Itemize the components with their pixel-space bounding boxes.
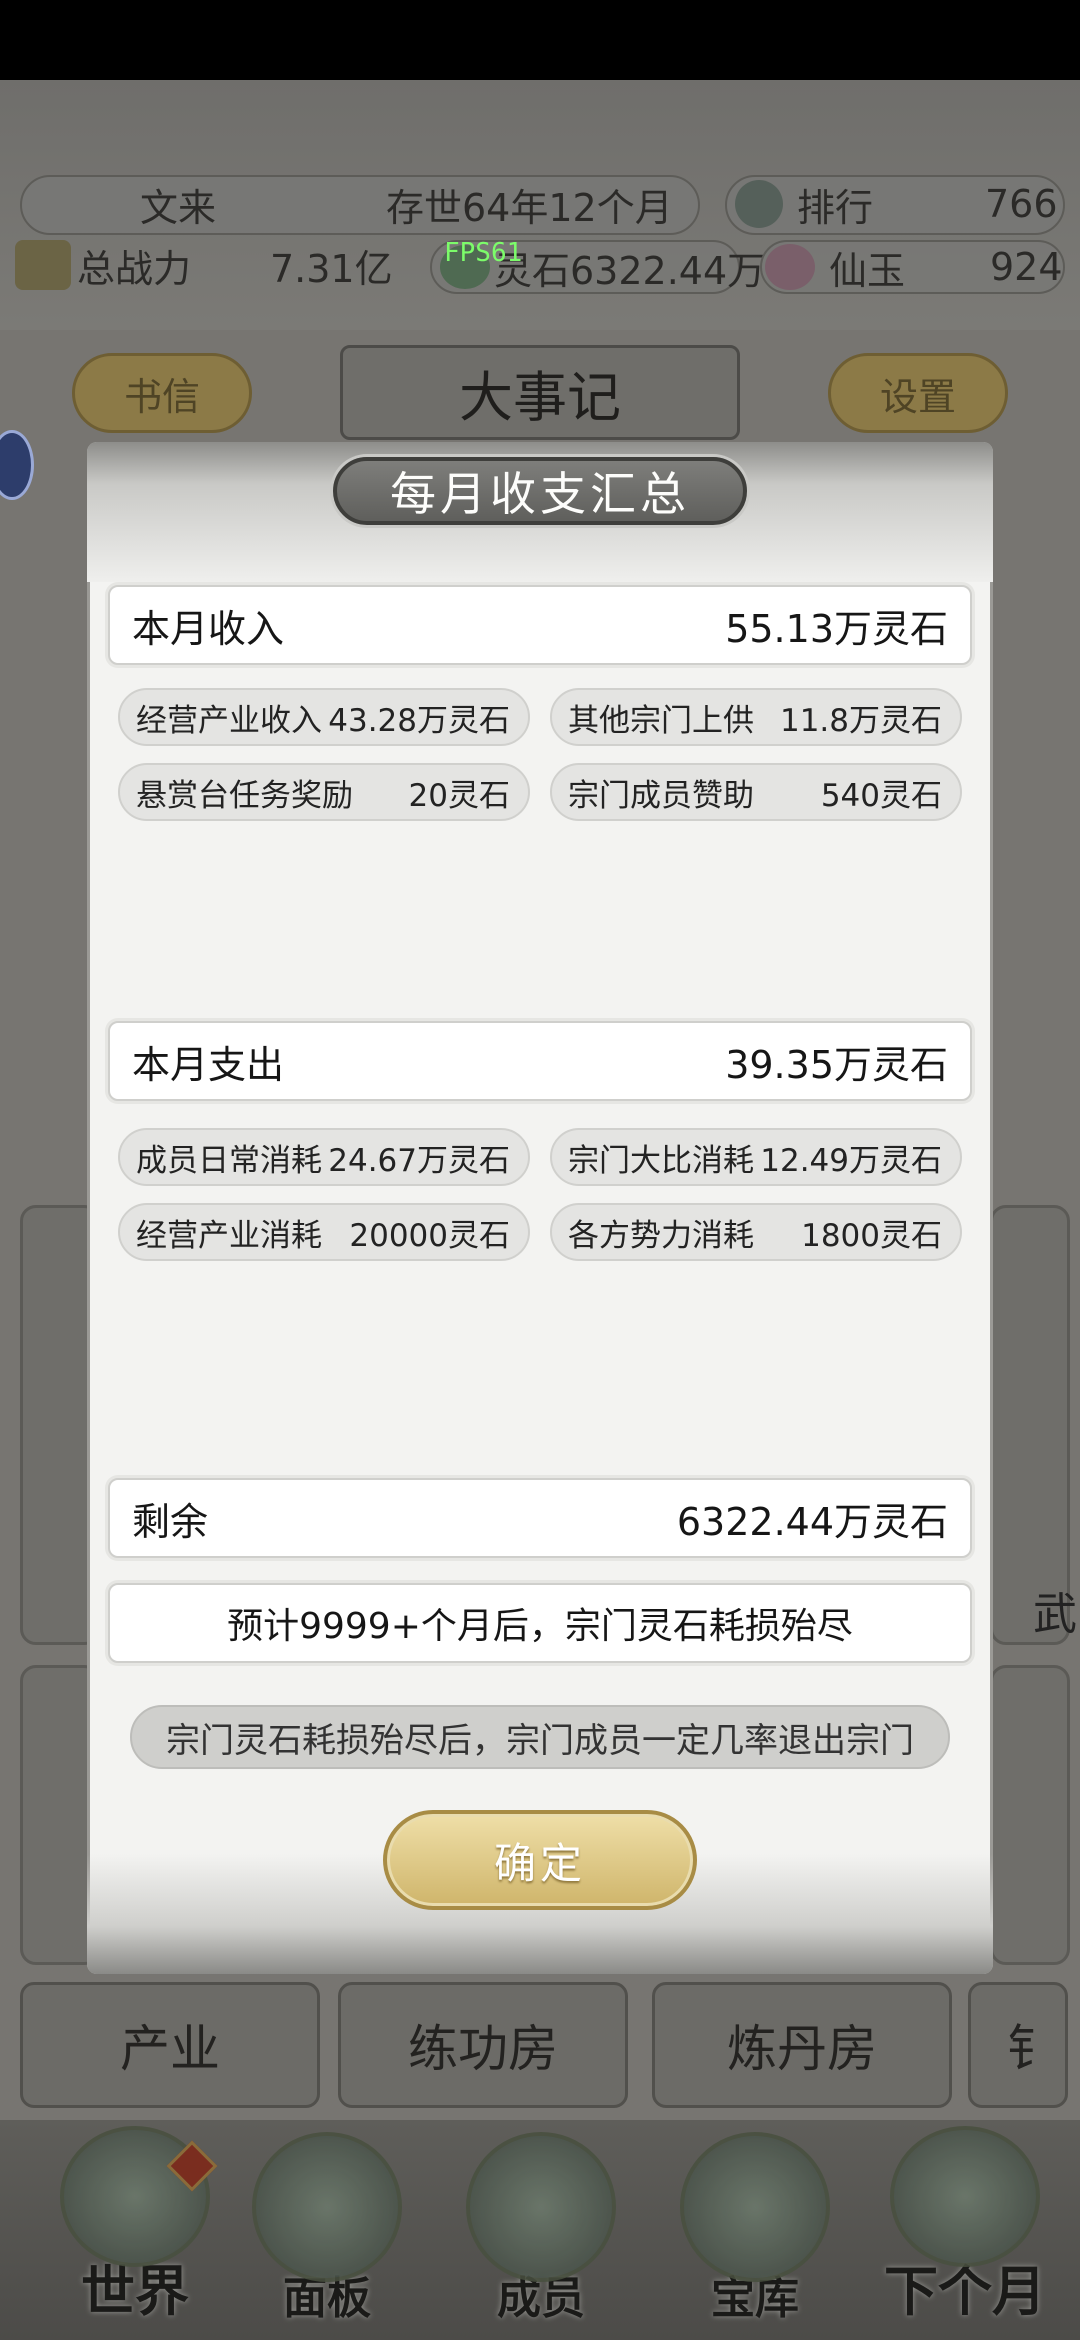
item-value: 1800灵石 bbox=[801, 1217, 942, 1254]
spirit-stone-value: 灵石6322.44万 bbox=[494, 248, 766, 293]
remaining-row: 剩余 6322.44万灵石 bbox=[108, 1478, 972, 1558]
dialog-title: 每月收支汇总 bbox=[333, 457, 747, 525]
income-item: 宗门成员赞助 540灵石 bbox=[550, 763, 962, 821]
tab-industry[interactable]: 产业 bbox=[20, 1982, 320, 2108]
mail-button[interactable]: 书信 bbox=[72, 353, 252, 433]
avatar[interactable] bbox=[0, 430, 34, 500]
nav-treasury[interactable]: 宝库 bbox=[660, 2126, 850, 2326]
player-name: 文来 bbox=[140, 185, 217, 230]
era-text: 存世64年12个月 bbox=[386, 185, 673, 230]
income-item: 其他宗门上供 11.8万灵石 bbox=[550, 688, 962, 746]
item-value: 24.67万灵石 bbox=[328, 1142, 510, 1179]
expense-item: 经营产业消耗 20000灵石 bbox=[118, 1203, 530, 1261]
power-value: 7.31亿 bbox=[270, 246, 393, 291]
item-value: 20灵石 bbox=[408, 777, 510, 814]
taiji-icon bbox=[680, 2132, 830, 2282]
income-label: 本月收入 bbox=[132, 606, 285, 651]
jade-value: 924 bbox=[990, 245, 1063, 289]
income-value: 55.13万灵石 bbox=[725, 606, 948, 651]
bottom-nav: 世界 面板 成员 宝库 下个月 bbox=[0, 2120, 1080, 2340]
tab-forge[interactable]: 钅 bbox=[968, 1982, 1068, 2108]
nav-next-month[interactable]: 下个月 bbox=[870, 2126, 1060, 2326]
power-icon bbox=[15, 240, 71, 290]
expense-label: 本月支出 bbox=[132, 1042, 285, 1087]
member-icon bbox=[466, 2132, 616, 2282]
side-card-label: 武 bbox=[1033, 1589, 1077, 1640]
fps-counter: FPS61 bbox=[444, 238, 523, 268]
item-label: 其他宗门上供 bbox=[568, 702, 754, 739]
item-label: 宗门成员赞助 bbox=[568, 777, 754, 814]
income-item: 悬赏台任务奖励 20灵石 bbox=[118, 763, 530, 821]
right-side-card-2[interactable] bbox=[990, 1665, 1070, 1965]
item-label: 成员日常消耗 bbox=[136, 1142, 322, 1179]
expense-item: 各方势力消耗 1800灵石 bbox=[550, 1203, 962, 1261]
item-value: 11.8万灵石 bbox=[779, 702, 942, 739]
jade-icon bbox=[765, 244, 815, 290]
item-label: 宗门大比消耗 bbox=[568, 1142, 754, 1179]
power-label: 总战力 bbox=[77, 246, 192, 291]
chronicle-title: 大事记 bbox=[340, 345, 740, 440]
tab-alchemy-room[interactable]: 炼丹房 bbox=[652, 1982, 952, 2108]
expense-item: 宗门大比消耗 12.49万灵石 bbox=[550, 1128, 962, 1186]
remaining-value: 6322.44万灵石 bbox=[676, 1499, 948, 1544]
tab-training-room[interactable]: 练功房 bbox=[338, 1982, 628, 2108]
jade-label: 仙玉 bbox=[829, 248, 906, 293]
expense-value: 39.35万灵石 bbox=[725, 1042, 948, 1087]
nav-members[interactable]: 成员 bbox=[446, 2126, 636, 2326]
expense-total-row: 本月支出 39.35万灵石 bbox=[108, 1021, 972, 1101]
remaining-label: 剩余 bbox=[132, 1499, 209, 1544]
income-total-row: 本月收入 55.13万灵石 bbox=[108, 585, 972, 665]
item-label: 经营产业收入 bbox=[136, 702, 322, 739]
nav-panel[interactable]: 面板 bbox=[232, 2126, 422, 2326]
settings-button[interactable]: 设置 bbox=[828, 353, 1008, 433]
rank-value: 766 bbox=[985, 182, 1058, 226]
rank-label: 排行 bbox=[797, 185, 874, 230]
item-label: 各方势力消耗 bbox=[568, 1217, 754, 1254]
expense-item: 成员日常消耗 24.67万灵石 bbox=[118, 1128, 530, 1186]
income-item: 经营产业收入 43.28万灵石 bbox=[118, 688, 530, 746]
item-value: 12.49万灵石 bbox=[760, 1142, 942, 1179]
warning-note: 宗门灵石耗损殆尽后，宗门成员一定几率退出宗门 bbox=[130, 1705, 950, 1769]
next-month-icon bbox=[890, 2126, 1040, 2267]
status-bar bbox=[0, 0, 1080, 80]
item-label: 悬赏台任务奖励 bbox=[136, 777, 353, 814]
item-value: 43.28万灵石 bbox=[328, 702, 510, 739]
item-value: 20000灵石 bbox=[349, 1217, 510, 1254]
item-label: 经营产业消耗 bbox=[136, 1217, 322, 1254]
scroll-icon bbox=[252, 2132, 402, 2282]
forecast-text: 预计9999+个月后，宗门灵石耗损殆尽 bbox=[108, 1583, 972, 1663]
rank-icon bbox=[735, 180, 783, 228]
confirm-button[interactable]: 确定 bbox=[383, 1810, 697, 1910]
right-side-card[interactable]: 武 bbox=[990, 1205, 1077, 1645]
item-value: 540灵石 bbox=[820, 777, 942, 814]
